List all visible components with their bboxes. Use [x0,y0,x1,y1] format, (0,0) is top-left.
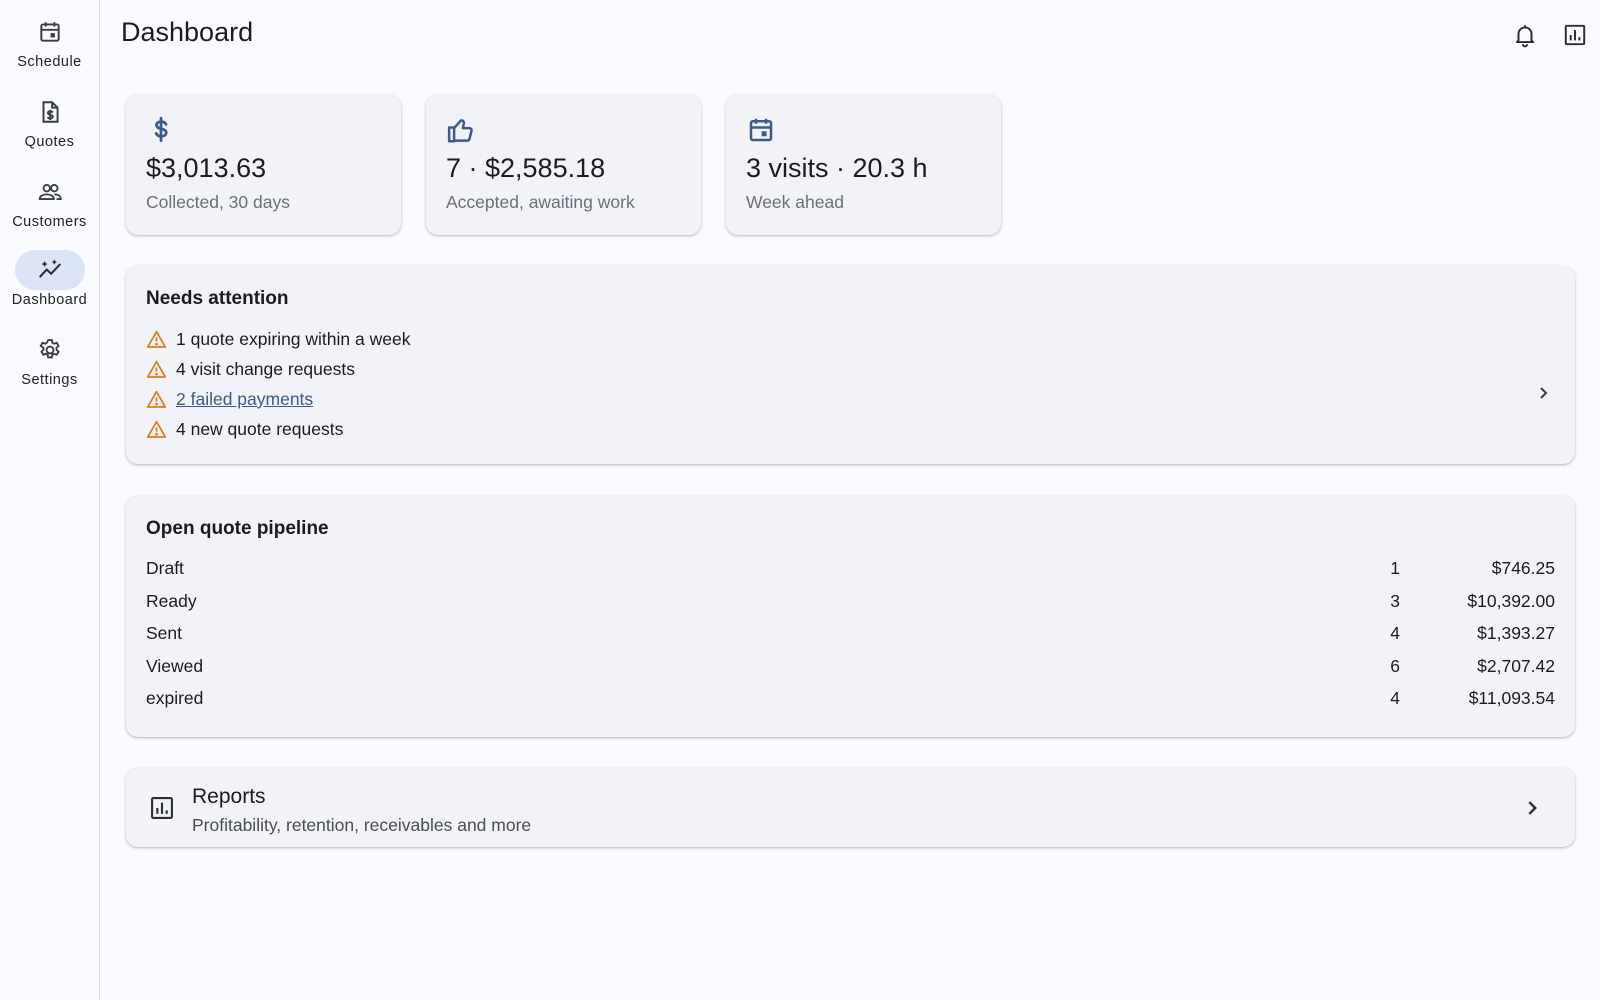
stat-label: Collected, 30 days [146,192,290,212]
pipeline-count: 4 [1390,623,1400,643]
nav-item-schedule[interactable]: Schedule [0,12,99,82]
list-item: 2 failed payments [146,384,410,414]
chevron-right-icon[interactable] [1531,381,1555,405]
table-row[interactable]: Sent 4 $1,393.27 [146,619,1555,652]
page-title: Dashboard [121,17,254,47]
thumb-up-icon [447,119,473,143]
stat-value: $3,013.63 [146,153,267,183]
navigation-rail: Schedule Quotes Customers Dashboard Sett… [0,0,100,1000]
attention-text: 4 new quote requests [176,418,344,439]
calendar-icon [749,118,773,142]
stat-label: Accepted, awaiting work [446,192,635,212]
table-row[interactable]: expired 4 $11,093.54 [146,684,1555,717]
nav-item-dashboard[interactable]: Dashboard [0,250,99,320]
bar-chart-icon [151,797,173,819]
pipeline-amount: $746.25 [1491,558,1555,578]
reports-card[interactable]: Reports Profitability, retention, receiv… [126,768,1575,847]
pipeline-status: Ready [146,590,197,611]
chevron-right-icon [1528,801,1537,815]
pipeline-amount: $10,392.00 [1467,590,1555,611]
document-dollar-icon [42,101,59,123]
nav-label: Customers [12,214,87,230]
table-row[interactable]: Ready 3 $10,392.00 [146,587,1555,620]
people-icon [38,184,62,200]
section-title: Needs attention [146,288,289,309]
list-item: 4 new quote requests [146,414,410,444]
attention-list: 1 quote expiring within a week 4 visit c… [146,324,410,444]
stat-card-week-ahead: 3 visits · 20.3 h Week ahead [726,95,1001,235]
list-item: 4 visit change requests [146,354,410,384]
pipeline-count: 6 [1390,655,1400,676]
reports-shortcut-button[interactable] [1560,20,1590,50]
bell-icon [1515,25,1535,48]
nav-label: Dashboard [11,292,88,308]
table-row[interactable]: Viewed 6 $2,707.42 [146,652,1555,685]
table-row[interactable]: Draft 1 $746.25 [146,554,1555,587]
stat-value: 7 · $2,585.18 [446,153,606,183]
pipeline-count: 3 [1390,590,1400,611]
pipeline-count: 4 [1390,688,1400,708]
warning-icon [146,390,167,408]
calendar-icon [39,22,60,42]
pipeline-count: 1 [1390,558,1400,578]
attention-text: 1 quote expiring within a week [176,328,411,349]
list-item: 1 quote expiring within a week [146,324,410,354]
stat-label: Week ahead [746,192,844,212]
warning-icon [146,420,167,438]
active-indicator [14,250,85,290]
dollar-icon [154,116,168,142]
bar-chart-icon [1564,24,1586,46]
warning-icon [146,360,167,378]
pipeline-status: Draft [146,558,184,578]
nav-label: Schedule [17,54,82,70]
pipeline-amount: $2,707.42 [1477,655,1555,676]
stat-value: 3 visits · 20.3 h [746,153,928,183]
pipeline-status: Sent [146,623,182,643]
nav-label: Settings [21,372,78,388]
pipeline-status: expired [146,688,204,708]
nav-item-settings[interactable]: Settings [0,330,99,400]
attention-text: 4 visit change requests [176,358,355,379]
pipeline-amount: $11,093.54 [1468,688,1555,708]
needs-attention-card[interactable]: Needs attention 1 quote expiring within … [126,266,1575,464]
stat-card-accepted: 7 · $2,585.18 Accepted, awaiting work [426,95,701,235]
reports-title: Reports [192,785,266,808]
pipeline-status: Viewed [146,655,204,676]
notifications-button[interactable] [1510,20,1540,50]
nav-label: Quotes [24,134,75,150]
insights-icon [38,259,61,278]
section-title: Open quote pipeline [146,518,329,539]
gear-icon [38,339,60,359]
nav-item-quotes[interactable]: Quotes [0,92,99,162]
quote-pipeline-card: Open quote pipeline Draft 1 $746.25 Read… [126,496,1575,737]
stat-card-collected: $3,013.63 Collected, 30 days [126,95,401,235]
warning-icon [146,330,167,348]
failed-payments-link[interactable]: 2 failed payments [176,389,313,410]
pipeline-table: Draft 1 $746.25 Ready 3 $10,392.00 Sent … [146,554,1555,717]
nav-item-customers[interactable]: Customers [0,172,99,242]
reports-subtitle: Profitability, retention, receivables an… [192,815,532,835]
pipeline-amount: $1,393.27 [1477,623,1555,643]
